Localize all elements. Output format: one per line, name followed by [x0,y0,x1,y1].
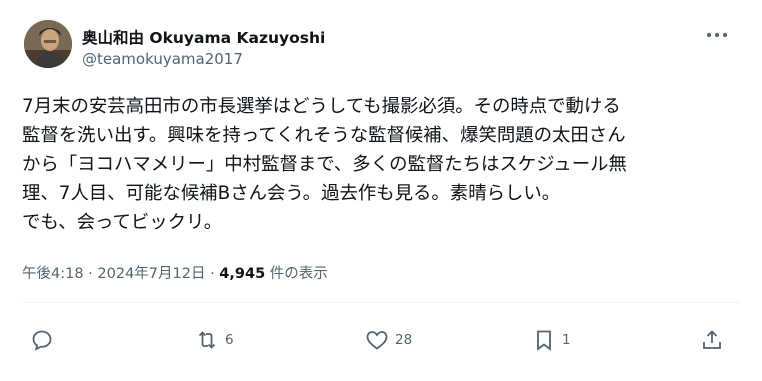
author-handle[interactable]: @teamokuyama2017 [82,50,243,68]
retweet-icon [198,331,216,349]
bookmark-button[interactable]: 1 [532,320,571,360]
avatar-image [24,20,72,68]
reply-icon [32,330,52,351]
retweet-count: 6 [225,332,234,348]
views-count[interactable]: 4,945 [219,266,265,282]
tweet-line: 監督を洗い出す。興味を持ってくれそうな監督候補、爆笑問題の太田さん [22,125,626,146]
action-bar: 6 28 1 [0,320,762,360]
bookmark-count: 1 [562,332,571,348]
more-options-button[interactable] [702,24,732,46]
share-button[interactable] [700,320,724,360]
reply-button[interactable] [30,320,60,360]
meta-separator: · [210,266,215,282]
avatar[interactable] [24,20,72,68]
more-dots-icon [707,33,727,37]
tweet-date[interactable]: 2024年7月12日 [97,266,205,282]
bookmark-icon [537,330,551,351]
tweet-line: 7月末の安芸高田市の市長選挙はどうしても撮影必須。その時点で動ける [22,96,621,117]
tweet-line: でも、会ってビックリ。 [22,212,223,233]
tweet-time[interactable]: 午後4:18 [22,266,84,282]
tweet-text: 7月末の安芸高田市の市長選挙はどうしても撮影必須。その時点で動ける 監督を洗い出… [22,92,742,237]
tweet-card: 奥山和由 Okuyama Kazuyoshi @teamokuyama2017 … [0,0,762,381]
author-name[interactable]: 奥山和由 Okuyama Kazuyoshi [82,26,325,48]
tweet-meta: 午後4:18 · 2024年7月12日 · 4,945 件の表示 [22,262,328,283]
meta-separator: · [88,266,93,282]
heart-icon [366,331,388,350]
like-count: 28 [395,332,413,348]
tweet-line: 理、7人目、可能な候補Bさん会う。過去作も見る。素晴らしい。 [22,183,561,204]
views-label: 件の表示 [269,266,328,282]
tweet-line: から「ヨコハマメリー」中村監督まで、多くの監督たちはスケジュール無 [22,154,627,175]
share-icon [703,330,721,349]
like-button[interactable]: 28 [365,320,412,360]
divider [22,302,740,303]
retweet-button[interactable]: 6 [195,320,234,360]
